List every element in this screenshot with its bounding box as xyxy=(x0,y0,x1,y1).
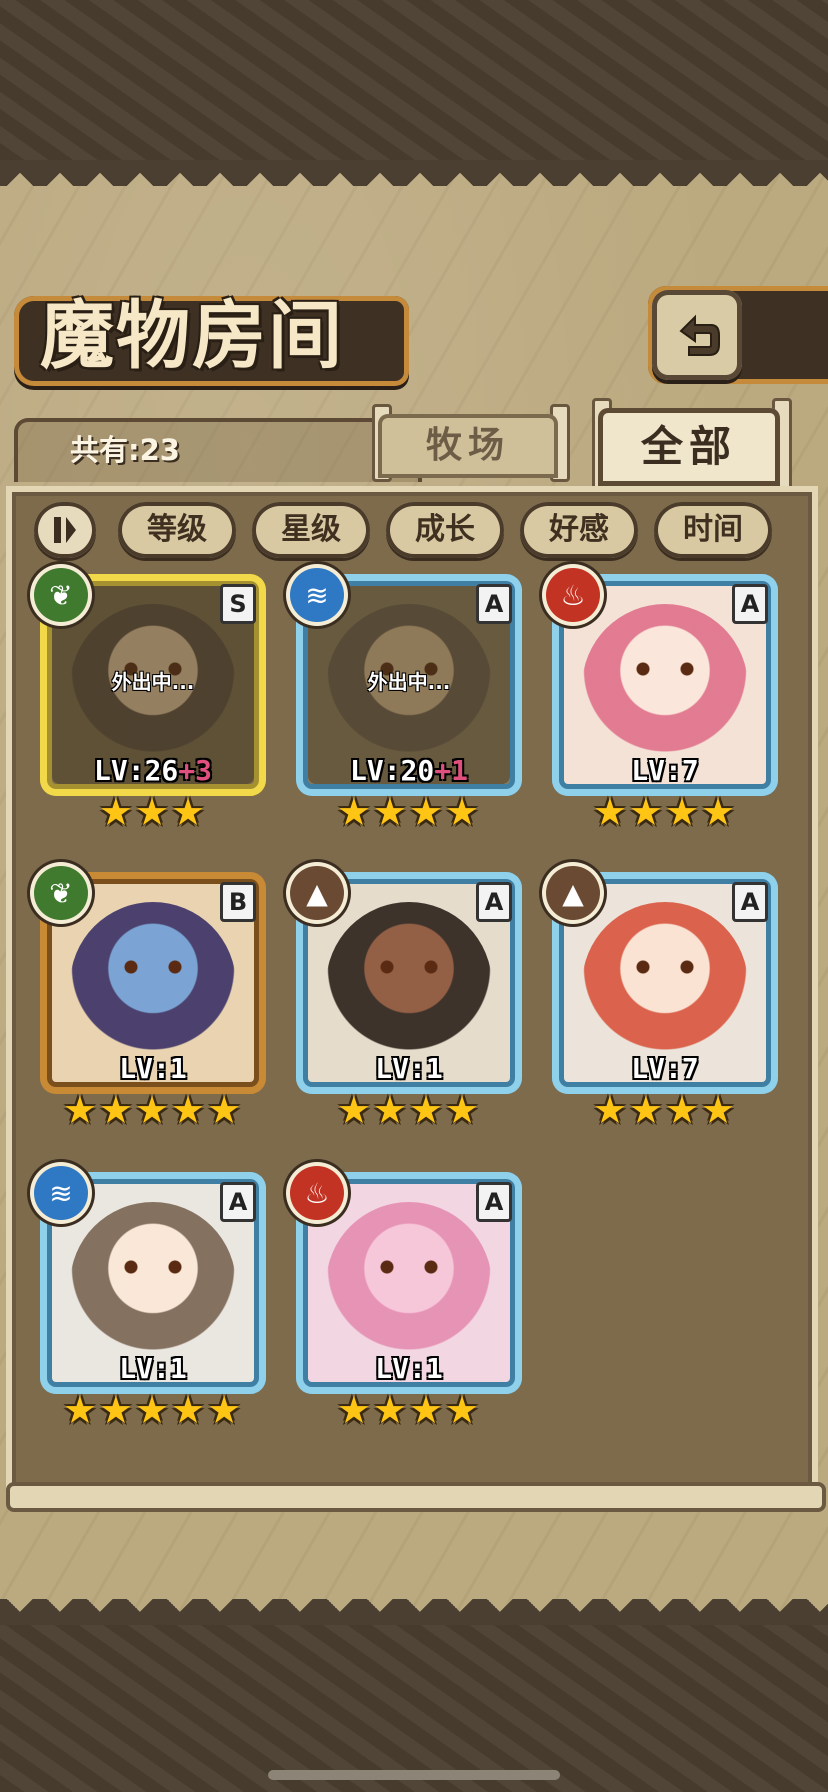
leaf-element-icon: ❦ xyxy=(34,866,88,920)
rank-badge: A xyxy=(732,882,768,922)
top-map-band xyxy=(0,0,828,160)
level-label: LV:1 xyxy=(296,1052,522,1085)
fire-element-icon: ♨ xyxy=(290,1166,344,1220)
sort-star-button[interactable]: 星级 xyxy=(252,502,370,558)
stars-text: ★★★★★ xyxy=(62,1388,244,1432)
sort-level-button[interactable]: 等级 xyxy=(118,502,236,558)
monster-card[interactable]: ▲ A LV:1 ★★★★ xyxy=(290,866,522,1134)
level-label: LV:7 xyxy=(552,754,778,787)
sort-growth-button[interactable]: 成长 xyxy=(386,502,504,558)
level-value: LV:1 xyxy=(119,1052,187,1085)
sort-bar: 等级 星级 成长 好感 时间 xyxy=(34,502,794,562)
star-rating: ★★★★ xyxy=(296,792,522,836)
level-label: LV:1 xyxy=(40,1052,266,1085)
bottom-map-band xyxy=(0,1625,828,1792)
earth-element-icon: ▲ xyxy=(290,866,344,920)
star-rating: ★★★★ xyxy=(552,1090,778,1134)
monster-card[interactable]: ❦ B LV:1 ★★★★★ xyxy=(34,866,266,1134)
level-label: LV:1 xyxy=(40,1352,266,1385)
grid-bottom-rail xyxy=(6,1482,826,1512)
fire-element-icon: ♨ xyxy=(546,568,600,622)
level-value: LV:26 xyxy=(93,754,179,787)
level-value: LV:1 xyxy=(375,1052,443,1085)
stars-text: ★★★★ xyxy=(336,1388,482,1432)
away-status: 外出中... xyxy=(367,670,451,694)
monster-portrait xyxy=(326,1202,492,1368)
return-arrow-icon xyxy=(679,314,720,356)
monster-eyes xyxy=(122,1260,184,1274)
star-rating: ★★★★★ xyxy=(40,1090,266,1134)
level-value: LV:7 xyxy=(631,1052,699,1085)
stars-text: ★★★ xyxy=(98,790,208,834)
earth-element-icon: ▲ xyxy=(546,866,600,920)
pause-sort-icon xyxy=(54,517,76,543)
away-status: 外出中... xyxy=(111,670,195,694)
home-indicator[interactable] xyxy=(268,1770,560,1780)
panel-zigzag-top xyxy=(0,160,828,186)
monster-eyes xyxy=(634,960,696,974)
stars-text: ★★★★ xyxy=(336,1088,482,1132)
stars-text: ★★★★ xyxy=(336,790,482,834)
back-button[interactable] xyxy=(652,290,742,380)
monster-eyes xyxy=(378,1260,440,1274)
level-bonus: +3 xyxy=(178,754,212,787)
rank-badge: A xyxy=(220,1182,256,1222)
tab-ranch[interactable]: 牧场 xyxy=(378,414,558,478)
leaf-element-icon: ❦ xyxy=(34,568,88,622)
level-value: LV:7 xyxy=(631,754,699,787)
monster-portrait xyxy=(582,902,748,1068)
level-label: LV:1 xyxy=(296,1352,522,1385)
level-label: LV:26+3 xyxy=(40,754,266,787)
sort-order-toggle[interactable] xyxy=(34,502,96,558)
monster-card[interactable]: ≋ A 外出中... LV:20+1 ★★★★ xyxy=(290,568,522,836)
monster-eyes xyxy=(634,662,696,676)
level-bonus: +1 xyxy=(434,754,468,787)
rank-badge: A xyxy=(476,584,512,624)
tab-all[interactable]: 全部 xyxy=(598,408,780,486)
sort-affection-button[interactable]: 好感 xyxy=(520,502,638,558)
water-element-icon: ≋ xyxy=(34,1166,88,1220)
monster-portrait xyxy=(70,902,236,1068)
star-rating: ★★★★★ xyxy=(40,1390,266,1434)
monster-card[interactable]: ♨ A LV:7 ★★★★ xyxy=(546,568,778,836)
level-value: LV:20 xyxy=(349,754,435,787)
panel-zigzag-bottom xyxy=(0,1599,828,1625)
rank-badge: A xyxy=(732,584,768,624)
stars-text: ★★★★ xyxy=(592,1088,738,1132)
star-rating: ★★★ xyxy=(40,792,266,836)
stars-text: ★★★★ xyxy=(592,790,738,834)
sort-time-button[interactable]: 时间 xyxy=(654,502,772,558)
rank-badge: S xyxy=(220,584,256,624)
monster-portrait xyxy=(326,902,492,1068)
star-rating: ★★★★ xyxy=(296,1390,522,1434)
monster-eyes xyxy=(378,960,440,974)
monster-eyes xyxy=(122,960,184,974)
page-title: 魔物房间 xyxy=(40,293,344,379)
water-element-icon: ≋ xyxy=(290,568,344,622)
monster-card[interactable]: ❦ S 外出中... LV:26+3 ★★★ xyxy=(34,568,266,836)
monster-card[interactable]: ▲ A LV:7 ★★★★ xyxy=(546,866,778,1134)
monster-portrait xyxy=(70,1202,236,1368)
rank-badge: A xyxy=(476,1182,512,1222)
level-value: LV:1 xyxy=(375,1352,443,1385)
monster-portrait xyxy=(582,604,748,770)
monster-count: 共有:23 xyxy=(70,433,180,467)
level-label: LV:20+1 xyxy=(296,754,522,787)
rank-badge: A xyxy=(476,882,512,922)
level-label: LV:7 xyxy=(552,1052,778,1085)
monster-card[interactable]: ♨ A LV:1 ★★★★ xyxy=(290,1166,522,1434)
stars-text: ★★★★★ xyxy=(62,1088,244,1132)
star-rating: ★★★★ xyxy=(552,792,778,836)
rank-badge: B xyxy=(220,882,256,922)
monster-card[interactable]: ≋ A LV:1 ★★★★★ xyxy=(34,1166,266,1434)
level-value: LV:1 xyxy=(119,1352,187,1385)
star-rating: ★★★★ xyxy=(296,1090,522,1134)
